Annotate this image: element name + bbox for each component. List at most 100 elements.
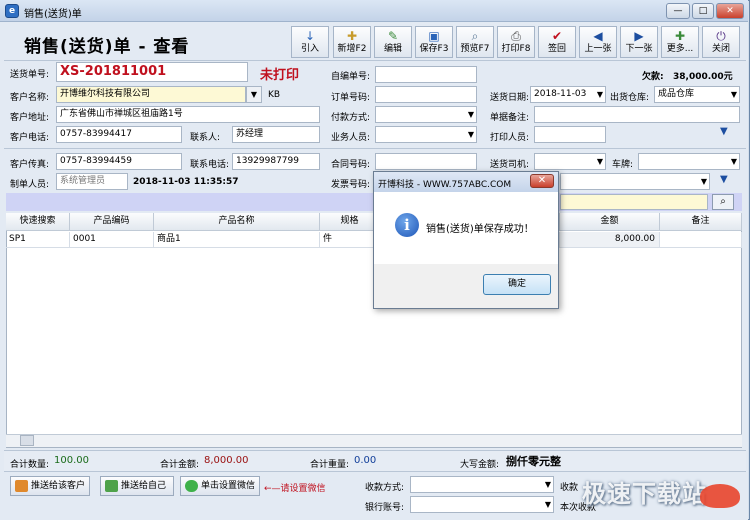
save-icon: ▣ — [428, 29, 440, 43]
push-self-button[interactable]: 推送给自己 — [100, 476, 174, 496]
remark-label: 单据备注: — [490, 113, 530, 123]
plate-select[interactable]: ▼ — [638, 153, 740, 170]
ok-button[interactable]: 确定 — [483, 274, 551, 295]
page-title: 销售(送货)单 - 查看 — [24, 37, 190, 57]
divider — [4, 148, 746, 149]
contact-phone-field[interactable]: 13929987799 — [232, 153, 320, 170]
grid-column-header[interactable]: 产品编码 — [70, 213, 154, 231]
print-icon: ⎙ — [511, 29, 521, 43]
address-field[interactable]: 广东省佛山市禅城区祖庙路1号 — [56, 106, 320, 123]
printer-field[interactable] — [534, 126, 606, 143]
toolbar-button-2[interactable]: ✎ 编辑 — [374, 26, 412, 58]
grid-column-header[interactable]: 规格 — [320, 213, 380, 231]
invoice-label: 发票号码: — [331, 180, 371, 190]
receipt-method-select[interactable]: ▼ — [410, 476, 554, 493]
payment-select[interactable]: ▼ — [375, 106, 477, 123]
preview-icon: ⌕ — [471, 29, 479, 43]
grid-column-header[interactable]: 产品名称 — [154, 213, 320, 231]
expand-triangle-icon[interactable]: ▼ — [720, 126, 728, 137]
bank-account-select[interactable]: ▼ — [410, 496, 554, 513]
dialog-close-icon[interactable]: ✕ — [530, 174, 554, 188]
contact-field[interactable]: 苏经理 — [232, 126, 320, 143]
toolbar-button-4[interactable]: ⌕ 预览F7 — [456, 26, 494, 58]
grid-cell-amount[interactable]: 8,000.00 — [560, 232, 660, 248]
import-icon: ↓ — [304, 29, 316, 43]
horizontal-scrollbar[interactable] — [6, 434, 742, 447]
driver-label: 送货司机: — [490, 160, 530, 170]
toolbar-button-10[interactable]: ⏻ 关闭 — [702, 26, 740, 58]
total-qty: 100.00 — [54, 455, 89, 466]
date-value: 2018-11-03 — [534, 89, 587, 99]
chevron-down-icon: ▼ — [730, 90, 737, 99]
push-customer-label: 推送给该客户 — [31, 481, 86, 491]
title-bar[interactable] — [0, 0, 748, 22]
toolbar-button-label: 打印F8 — [501, 44, 531, 54]
wechat-setup-label: 单击设置微信 — [201, 481, 256, 491]
grid-column-header[interactable]: 备注 — [660, 213, 742, 231]
remark-field[interactable] — [534, 106, 740, 123]
date-picker[interactable]: 2018-11-03 ▼ — [530, 86, 606, 103]
new-doc-icon: ✚ — [346, 29, 358, 43]
toolbar-button-9[interactable]: ✚ 更多... — [661, 26, 699, 58]
search-icon[interactable]: ⌕ — [712, 194, 734, 210]
chevron-down-icon: ▼ — [700, 177, 707, 186]
toolbar-button-5[interactable]: ⎙ 打印F8 — [497, 26, 535, 58]
more-icon: ✚ — [674, 29, 686, 43]
toolbar-button-0[interactable]: ↓ 引入 — [291, 26, 329, 58]
toolbar-button-1[interactable]: ✚ 新增F2 — [333, 26, 371, 58]
grid-cell-spec[interactable]: 件 — [320, 232, 380, 248]
customer-field[interactable]: 开博维尔科技有限公司 — [56, 86, 246, 103]
order-ref-field[interactable] — [375, 86, 477, 103]
chevron-down-icon: ▼ — [596, 90, 603, 99]
toolbar-button-8[interactable]: ▶ 下一张 — [620, 26, 658, 58]
order-no-field[interactable]: XS-201811001 — [56, 62, 248, 82]
next-icon: ▶ — [634, 29, 644, 43]
total-qty-label: 合计数量: — [10, 460, 50, 470]
scrollbar-thumb[interactable] — [20, 435, 34, 446]
close-window-button[interactable]: ✕ — [716, 3, 744, 19]
order-no-label: 送货单号: — [10, 70, 50, 80]
toolbar-button-3[interactable]: ▣ 保存F3 — [415, 26, 453, 58]
contract-field[interactable] — [375, 153, 477, 170]
grid-cell-name[interactable]: 商品1 — [154, 232, 320, 248]
total-amount-label: 合计金额: — [160, 460, 200, 470]
salesman-select[interactable]: ▼ — [375, 126, 477, 143]
toolbar-button-label: 上一张 — [584, 44, 612, 54]
upper-amount: 捌仟零元整 — [506, 455, 561, 468]
check-icon: ✔ — [551, 29, 563, 43]
driver-select[interactable]: ▼ — [534, 153, 606, 170]
grid-cell-code[interactable]: 0001 — [70, 232, 154, 248]
grid-cell-note[interactable] — [660, 232, 742, 248]
expand-triangle-icon[interactable]: ▼ — [720, 174, 728, 185]
chevron-down-icon: ▼ — [467, 130, 474, 139]
wechat-hint: ←—请设置微信 — [264, 484, 326, 494]
customer-dropdown-button[interactable]: ▼ — [246, 86, 262, 103]
minimize-button[interactable]: — — [666, 3, 690, 19]
maker-field: 系统管理员 — [56, 173, 128, 190]
toolbar-button-7[interactable]: ◀ 上一张 — [579, 26, 617, 58]
window-title: 销售(送货)单 — [24, 9, 82, 20]
toolbar-button-label: 保存F3 — [419, 44, 449, 54]
payment-label: 付款方式: — [331, 113, 371, 123]
self-no-field[interactable] — [375, 66, 477, 83]
maximize-button[interactable]: □ — [692, 3, 714, 19]
grid-column-header[interactable]: 快速搜索 — [6, 213, 70, 231]
invoice-type-select[interactable]: ▼ — [560, 173, 710, 190]
wechat-setup-button[interactable]: 单击设置微信 — [180, 476, 260, 496]
maker-label: 制单人员: — [10, 180, 50, 190]
warehouse-select[interactable]: 成品仓库 ▼ — [654, 86, 740, 103]
grid-cell-search[interactable]: SP1 — [6, 232, 70, 248]
debt-label: 欠款: — [642, 72, 664, 82]
customer-label: 客户名称: — [10, 93, 50, 103]
fax-field[interactable]: 0757-83994459 — [56, 153, 182, 170]
contact-label: 联系人: — [190, 133, 221, 143]
address-label: 客户地址: — [10, 113, 50, 123]
phone-field[interactable]: 0757-83994417 — [56, 126, 182, 143]
contact-phone-label: 联系电话: — [190, 160, 230, 170]
print-status: 未打印 — [260, 68, 300, 83]
grid-column-header[interactable]: 金额 — [560, 213, 660, 231]
quick-search-input[interactable] — [560, 194, 708, 210]
push-customer-button[interactable]: 推送给该客户 — [10, 476, 90, 496]
made-time: 2018-11-03 11:35:57 — [133, 177, 239, 187]
toolbar-button-6[interactable]: ✔ 签回 — [538, 26, 576, 58]
